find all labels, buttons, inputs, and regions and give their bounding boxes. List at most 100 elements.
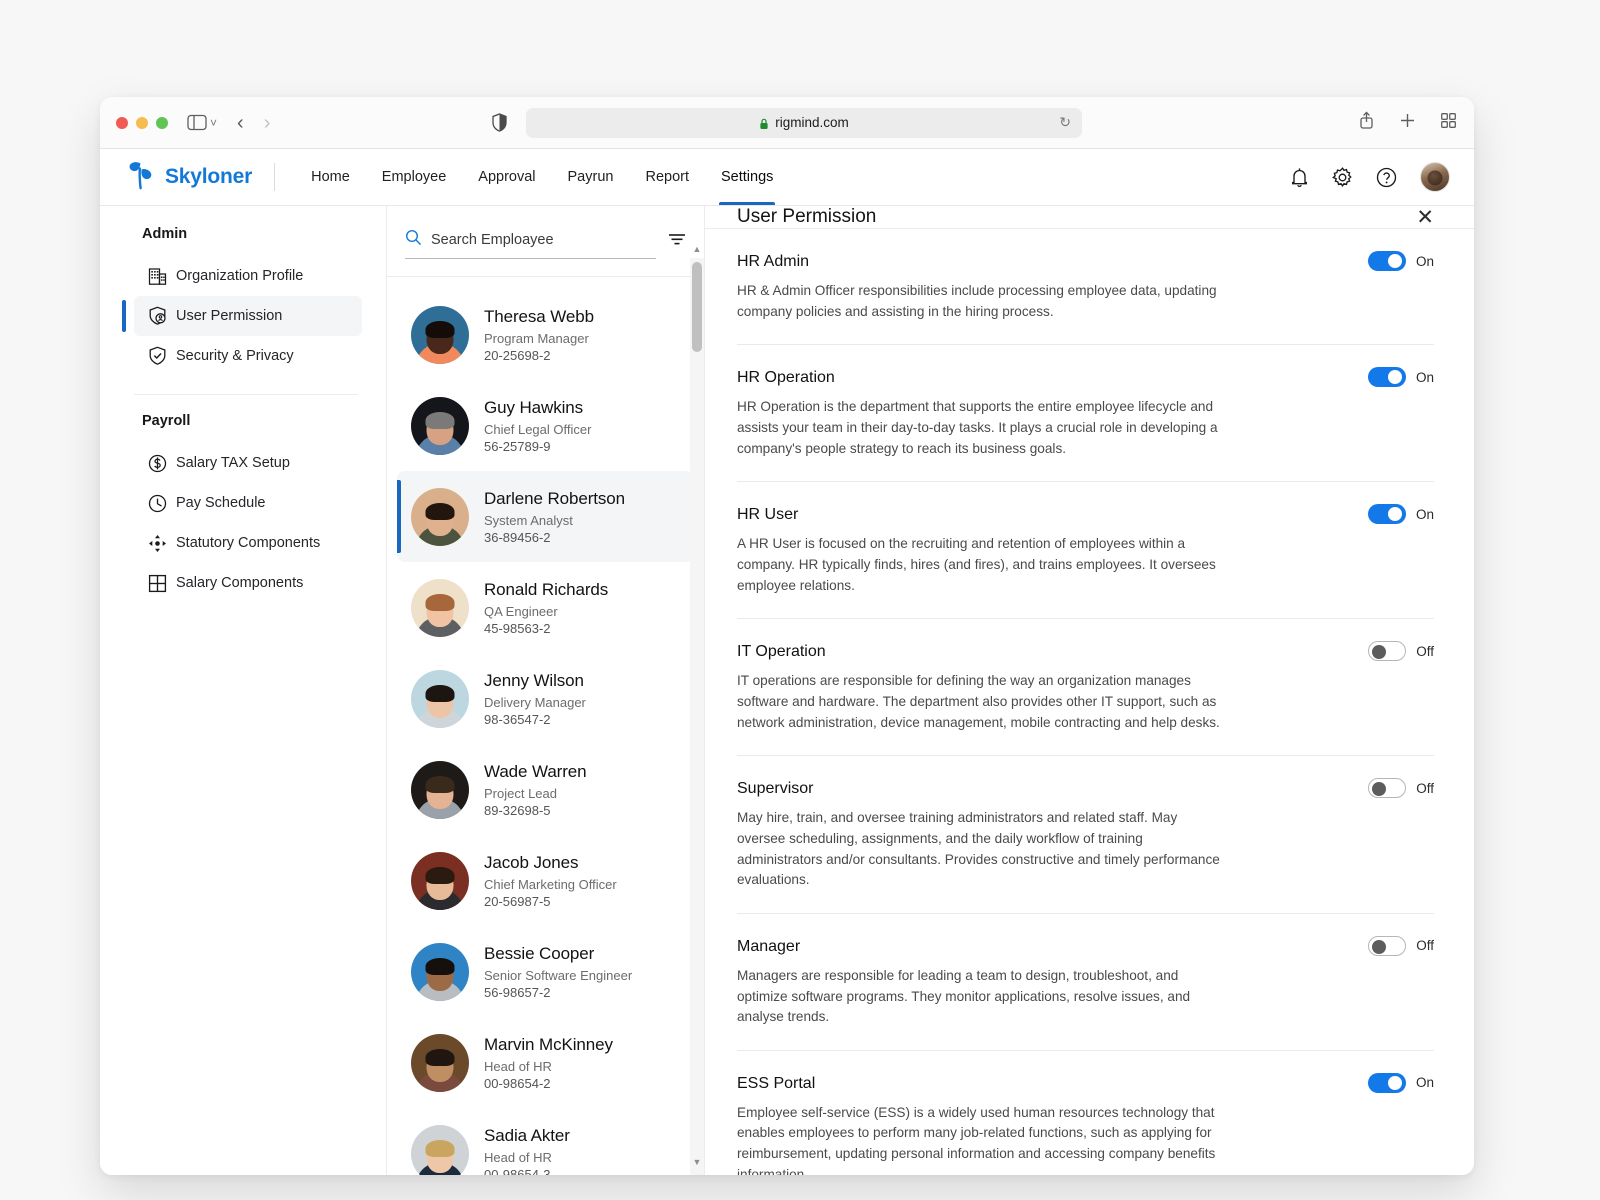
grid-icon (148, 574, 167, 593)
scrollbar-thumb[interactable] (692, 262, 702, 352)
app-header: Skyloner Home Employee Approval Payrun R… (100, 149, 1474, 206)
employee-name: Bessie Cooper (484, 944, 595, 964)
permission-toggle-group: On (1367, 504, 1434, 525)
sidebar-item-pay-schedule[interactable]: Pay Schedule (134, 483, 362, 523)
toggle-knob (1372, 939, 1387, 954)
permission-toggle-group: On (1367, 367, 1434, 388)
sidebar-item-statutory-components[interactable]: Statutory Components (134, 523, 362, 563)
permission-toggle-group: On (1367, 251, 1434, 271)
leaf-icon (128, 160, 156, 195)
sidebar-item-label: Pay Schedule (176, 495, 266, 511)
browser-window: ˅ ‹ › rigmind.com ↻ Skyloner Home Employ… (100, 97, 1474, 1175)
help-icon[interactable] (1376, 167, 1397, 188)
chevron-down-icon[interactable]: ˅ (210, 116, 217, 130)
permission-description: HR Operation is the department that supp… (737, 399, 1218, 456)
employee-list-item[interactable]: Jacob Jones Chief Marketing Officer 20-569… (397, 835, 694, 926)
employee-list-item[interactable]: Wade Warren Project Lead 89-32698-5 (397, 744, 694, 835)
permission-toggle[interactable] (1367, 251, 1406, 271)
nav-item-employee[interactable]: Employee (366, 149, 462, 205)
permission-toggle[interactable] (1368, 778, 1407, 799)
employee-list-item[interactable]: Darlene Robertson System Analyst 36-89456-… (397, 471, 694, 562)
sidebar-item-label: Statutory Components (176, 535, 321, 551)
permission-name: Supervisor (737, 780, 814, 798)
employee-role: QA Engineer (484, 603, 558, 619)
permission-toggle[interactable] (1367, 367, 1406, 388)
bell-icon[interactable] (1290, 167, 1309, 188)
employee-avatar (411, 578, 469, 637)
sidebar-item-label: Salary TAX Setup (176, 455, 290, 471)
employee-id: 20-25698-2 (484, 347, 551, 363)
employee-list-item[interactable]: Marvin McKinney Head of HR 00-98654-2 (397, 1017, 694, 1108)
scroll-up-arrow-icon[interactable]: ▲ (690, 244, 704, 254)
sidebar-item-salary-components[interactable]: Salary Components (134, 563, 362, 603)
permission-row: ESS Portal Employee self-service (ESS) is… (737, 1051, 1434, 1175)
toggle-state-label: On (1415, 1075, 1434, 1091)
app-body: Admin Organization Profile User Permissi… (100, 206, 1474, 1175)
sidebar-toggle-icon[interactable] (186, 113, 208, 133)
employee-id: 20-56987-5 (484, 893, 551, 909)
nav-item-settings[interactable]: Settings (705, 149, 789, 205)
permission-list: HR Admin HR & Admin Officer responsibilit… (705, 229, 1474, 1175)
employee-list-item[interactable]: Sadia Akter Head of HR 00-98654-3 (397, 1108, 694, 1175)
employee-list-scrollbar[interactable]: ▲ ▼ (690, 244, 704, 1175)
employee-id: 00-98654-2 (484, 1075, 551, 1091)
employee-avatar (411, 1033, 469, 1092)
employee-list-item[interactable]: Ronald Richards QA Engineer 45-98563-2 (397, 562, 694, 653)
nav-item-approval[interactable]: Approval (462, 149, 551, 205)
search-input[interactable] (431, 232, 656, 248)
minimize-window-button[interactable] (136, 116, 148, 129)
back-arrow-icon[interactable]: ‹ (237, 113, 244, 133)
employee-list-item[interactable]: Theresa Webb Program Manager 20-25698-2 (397, 289, 694, 380)
employee-role: Head of HR (484, 1149, 552, 1165)
brand-logo[interactable]: Skyloner (128, 160, 252, 195)
sidebar-item-organization-profile[interactable]: Organization Profile (134, 256, 362, 296)
permission-description: IT operations are responsible for defini… (737, 673, 1220, 730)
toggle-knob (1387, 254, 1402, 268)
search-box[interactable] (405, 229, 656, 259)
permission-toggle[interactable] (1368, 935, 1407, 956)
reload-icon[interactable]: ↻ (1059, 114, 1071, 131)
close-icon[interactable]: ✕ (1416, 207, 1434, 228)
nav-item-report[interactable]: Report (629, 149, 705, 205)
employee-list-item[interactable]: Guy Hawkins Chief Legal Officer 56-25789-9 (397, 380, 694, 471)
employee-list-item[interactable]: Bessie Cooper Senior Software Engineer 56-… (397, 926, 694, 1017)
privacy-shield-icon[interactable] (492, 112, 508, 133)
browser-toolbar: ˅ ‹ › rigmind.com ↻ (100, 97, 1474, 149)
employee-avatar (411, 305, 469, 364)
tab-grid-icon[interactable] (1441, 112, 1456, 133)
dollar-circle-icon (148, 454, 167, 473)
employee-name: Sadia Akter (484, 1126, 570, 1146)
employee-list[interactable]: Theresa Webb Program Manager 20-25698-2 Guy… (387, 277, 704, 1175)
scroll-down-arrow-icon[interactable]: ▼ (690, 1157, 704, 1167)
permission-toggle[interactable] (1367, 504, 1406, 525)
building-icon (148, 267, 167, 286)
permission-toggle[interactable] (1367, 1072, 1406, 1093)
permission-toggle-group: On (1367, 1072, 1434, 1093)
nav-item-payrun[interactable]: Payrun (552, 149, 630, 205)
avatar[interactable] (1420, 162, 1450, 192)
toggle-state-label: Off (1416, 938, 1434, 954)
filter-icon[interactable] (668, 232, 686, 256)
sidebar-item-security-privacy[interactable]: Security & Privacy (134, 336, 362, 376)
permission-name: IT Operation (737, 643, 826, 661)
gear-icon[interactable] (1332, 166, 1353, 188)
share-icon[interactable] (1359, 111, 1374, 134)
sidebar-item-salary-tax-setup[interactable]: Salary TAX Setup (134, 443, 362, 483)
employee-avatar (411, 851, 469, 910)
maximize-window-button[interactable] (156, 116, 168, 129)
nav-item-home[interactable]: Home (295, 149, 366, 205)
plus-icon[interactable] (1400, 113, 1415, 133)
toggle-knob (1387, 507, 1402, 522)
url-bar[interactable]: rigmind.com ↻ (526, 107, 1082, 138)
employee-name: Jacob Jones (484, 853, 579, 873)
shield-check-icon (148, 346, 167, 366)
forward-arrow-icon[interactable]: › (264, 113, 271, 133)
sidebar-item-user-permission[interactable]: User Permission (122, 296, 362, 336)
close-window-button[interactable] (116, 116, 128, 129)
employee-list-item[interactable]: Jenny Wilson Delivery Manager 98-36547-2 (397, 653, 694, 744)
permission-row: Manager Managers are responsible for lead… (737, 914, 1434, 1051)
permission-toggle[interactable] (1368, 641, 1407, 662)
permission-toggle-group: Off (1368, 641, 1434, 662)
user-permission-panel: User Permission ✕ HR Admin HR & Admin Off… (705, 206, 1474, 1175)
header-divider (274, 163, 276, 191)
